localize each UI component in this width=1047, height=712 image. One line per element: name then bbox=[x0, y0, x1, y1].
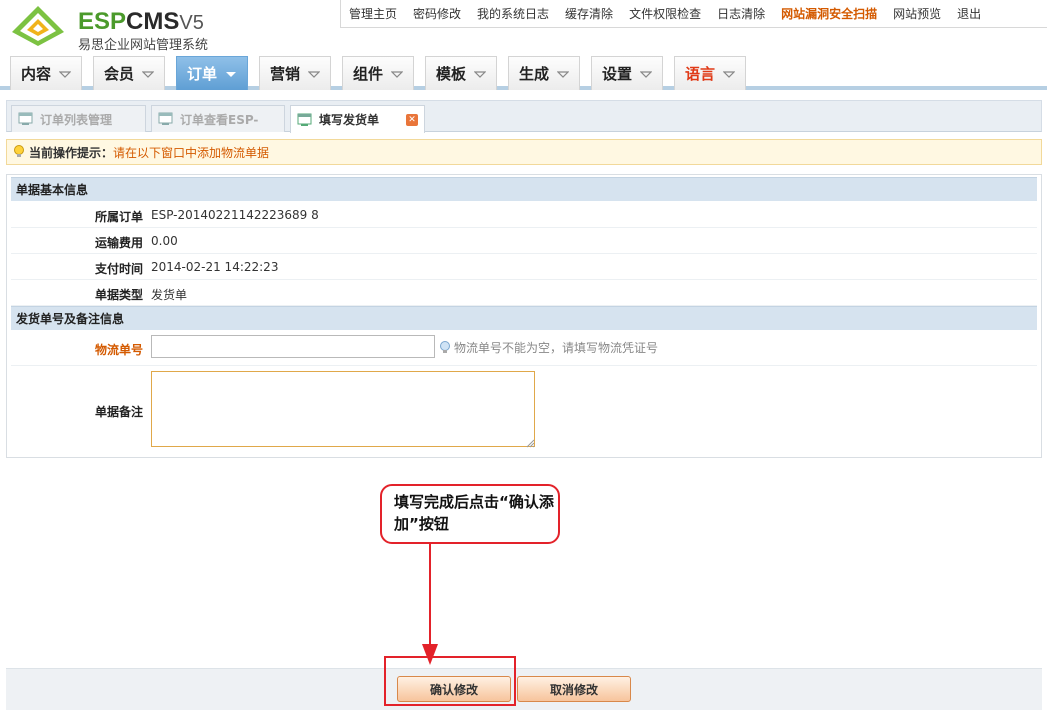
field-label: 所属订单 bbox=[94, 210, 143, 224]
main-nav: 内容 会员 订单 营销 组件 模板 生成 设置 语言 bbox=[0, 52, 1047, 90]
cancel-button[interactable]: 取消修改 bbox=[517, 676, 631, 702]
nav-tab-marketing[interactable]: 营销 bbox=[259, 56, 331, 90]
tracking-label: 物流单号 bbox=[94, 343, 143, 357]
subtab-label: 填写发货单 bbox=[319, 113, 380, 127]
annotation-callout: 填写完成后点击“确认添加”按钮 bbox=[380, 484, 560, 544]
nav-tab-label: 组件 bbox=[352, 65, 383, 83]
toplink-site-preview[interactable]: 网站预览 bbox=[885, 5, 949, 22]
toplink-clear-log[interactable]: 日志清除 bbox=[709, 5, 773, 22]
nav-tab-label: 设置 bbox=[601, 65, 632, 83]
field-row-shipping-fee: 运输费用 0.00 bbox=[11, 228, 1037, 254]
chevron-down-icon bbox=[723, 70, 735, 78]
subtab-fill-shipping[interactable]: 填写发货单 ✕ bbox=[290, 105, 425, 133]
shipping-fee-value: 0.00 bbox=[151, 234, 178, 248]
nav-tab-label: 订单 bbox=[186, 65, 217, 83]
nav-tab-label: 语言 bbox=[684, 65, 715, 83]
order-number-value: ESP-20140221142223689 8 bbox=[151, 208, 319, 222]
nav-tab-generate[interactable]: 生成 bbox=[508, 56, 580, 90]
nav-tab-templates[interactable]: 模板 bbox=[425, 56, 497, 90]
tracking-number-input[interactable] bbox=[151, 335, 435, 358]
chevron-down-icon bbox=[391, 70, 403, 78]
subtab-order-list[interactable]: 订单列表管理 bbox=[11, 105, 146, 132]
chevron-down-icon bbox=[474, 70, 486, 78]
annotation-arrow bbox=[422, 544, 438, 665]
operation-hint: 当前操作提示： 请在以下窗口中添加物流单据 bbox=[6, 139, 1042, 165]
window-icon bbox=[18, 112, 33, 125]
nav-tab-label: 会员 bbox=[103, 65, 134, 83]
chevron-down-icon bbox=[226, 71, 236, 77]
toplink-admin-home[interactable]: 管理主页 bbox=[341, 5, 405, 22]
window-icon bbox=[158, 112, 173, 125]
logo-icon bbox=[12, 6, 64, 46]
subtab-label: 订单查看ESP- bbox=[180, 112, 259, 127]
nav-tab-members[interactable]: 会员 bbox=[93, 56, 165, 90]
nav-tab-language[interactable]: 语言 bbox=[674, 56, 746, 90]
nav-tab-label: 内容 bbox=[20, 65, 51, 83]
hint-label: 当前操作提示： bbox=[29, 145, 114, 160]
toplink-clear-cache[interactable]: 缓存清除 bbox=[557, 5, 621, 22]
field-row-pay-time: 支付时间 2014-02-21 14:22:23 bbox=[11, 254, 1037, 280]
brand-version: V5 bbox=[179, 12, 204, 34]
pay-time-value: 2014-02-21 14:22:23 bbox=[151, 260, 279, 274]
section-shipping-remark: 发货单号及备注信息 bbox=[11, 306, 1037, 330]
chevron-down-icon bbox=[142, 70, 154, 78]
remark-textarea[interactable] bbox=[151, 371, 535, 447]
nav-tab-components[interactable]: 组件 bbox=[342, 56, 414, 90]
field-row-order: 所属订单 ESP-20140221142223689 8 bbox=[11, 202, 1037, 228]
lightbulb-icon bbox=[440, 340, 450, 353]
tracking-tip-text: 物流单号不能为空，请填写物流凭证号 bbox=[454, 341, 659, 355]
toplink-system-log[interactable]: 我的系统日志 bbox=[469, 5, 557, 22]
top-links: 管理主页 密码修改 我的系统日志 缓存清除 文件权限检查 日志清除 网站漏洞安全… bbox=[340, 0, 1047, 28]
field-row-remark: 单据备注 bbox=[11, 366, 1037, 454]
brand-subtitle: 易思企业网站管理系统 bbox=[78, 38, 209, 53]
field-row-doc-type: 单据类型 发货单 bbox=[11, 280, 1037, 306]
toplink-security-scan[interactable]: 网站漏洞安全扫描 bbox=[773, 5, 885, 22]
chevron-down-icon bbox=[557, 70, 569, 78]
annotation-highlight-box bbox=[384, 656, 516, 706]
chevron-down-icon bbox=[308, 70, 320, 78]
resize-grip-icon[interactable] bbox=[526, 439, 535, 448]
section-basic-info: 单据基本信息 bbox=[11, 177, 1037, 201]
chevron-down-icon bbox=[640, 70, 652, 78]
brand-name: ESPCMSV5 bbox=[78, 10, 204, 35]
field-label: 运输费用 bbox=[94, 236, 143, 250]
shipping-form: 单据基本信息 所属订单 ESP-20140221142223689 8 运输费用… bbox=[6, 174, 1042, 458]
tracking-tip: 物流单号不能为空，请填写物流凭证号 bbox=[439, 339, 658, 356]
window-icon bbox=[297, 113, 312, 126]
subtab-bar: 订单列表管理 订单查看ESP- 填写发货单 ✕ bbox=[6, 100, 1042, 133]
field-row-tracking: 物流单号 物流单号不能为空，请填写物流凭证号 bbox=[11, 331, 1037, 366]
brand-esp: ESP bbox=[78, 8, 127, 35]
logo: ESPCMSV5 易思企业网站管理系统 bbox=[10, 4, 230, 53]
field-label: 单据类型 bbox=[94, 288, 143, 302]
toplink-logout[interactable]: 退出 bbox=[949, 5, 989, 22]
chevron-down-icon bbox=[59, 70, 71, 78]
nav-tab-settings[interactable]: 设置 bbox=[591, 56, 663, 90]
brand-cms: CMS bbox=[126, 8, 180, 35]
nav-tab-label: 生成 bbox=[518, 65, 549, 83]
toplink-change-password[interactable]: 密码修改 bbox=[405, 5, 469, 22]
nav-tab-orders[interactable]: 订单 bbox=[176, 56, 248, 90]
close-icon[interactable]: ✕ bbox=[406, 114, 418, 126]
subtab-order-view[interactable]: 订单查看ESP- bbox=[151, 105, 285, 132]
lightbulb-icon bbox=[14, 145, 24, 157]
field-label: 支付时间 bbox=[94, 262, 143, 276]
remark-label: 单据备注 bbox=[94, 405, 143, 419]
doc-type-value: 发货单 bbox=[151, 288, 188, 302]
nav-tab-content[interactable]: 内容 bbox=[10, 56, 82, 90]
hint-message: 请在以下窗口中添加物流单据 bbox=[113, 145, 270, 160]
toplink-file-permissions[interactable]: 文件权限检查 bbox=[621, 5, 709, 22]
nav-tab-label: 模板 bbox=[435, 65, 466, 83]
nav-tab-label: 营销 bbox=[269, 65, 300, 83]
subtab-label: 订单列表管理 bbox=[40, 112, 113, 127]
